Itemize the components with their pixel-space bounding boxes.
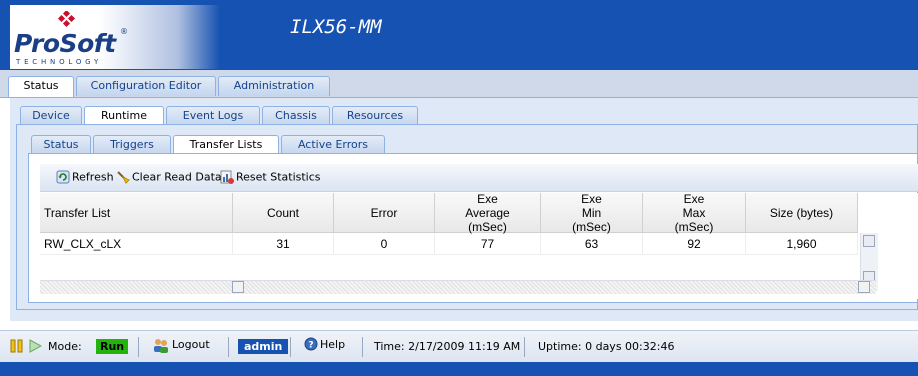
- tab-administration-label: Administration: [233, 79, 315, 92]
- logo-diamond-icon: [58, 11, 76, 28]
- uptime-display: Uptime: 0 days 00:32:46: [538, 340, 675, 353]
- tab-active-errors[interactable]: Active Errors: [281, 135, 385, 155]
- tab-device-label: Device: [32, 109, 70, 122]
- time-display: Time: 2/17/2009 11:19 AM: [374, 340, 521, 353]
- mode-status-badge: Run: [96, 339, 129, 354]
- tab-configuration-editor-label: Configuration Editor: [90, 79, 202, 92]
- reset-statistics-button[interactable]: Reset Statistics: [220, 170, 321, 186]
- tab-configuration-editor[interactable]: Configuration Editor: [76, 76, 216, 96]
- scroll-left-button[interactable]: [232, 281, 244, 293]
- clear-read-data-button[interactable]: Clear Read Data: [116, 170, 222, 186]
- tab-status-label: Status: [23, 79, 59, 92]
- column-header-exe-min[interactable]: Exe Min (mSec): [541, 192, 643, 234]
- pause-icon[interactable]: [10, 339, 24, 353]
- logo-subtitle: TECHNOLOGY: [16, 58, 103, 66]
- app-title: ILX56-MM: [290, 16, 382, 38]
- help-icon[interactable]: ?: [304, 337, 318, 351]
- tab-runtime-label: Runtime: [101, 109, 147, 122]
- scroll-up-button[interactable]: [863, 235, 875, 247]
- status-bar: Mode: Run Logout admin ? Help Time: 2/17…: [0, 330, 918, 362]
- column-header-count[interactable]: Count: [233, 193, 334, 233]
- tab-triggers-label: Triggers: [110, 138, 154, 151]
- main-tab-bar: Status Configuration Editor Administrati…: [0, 70, 918, 98]
- horizontal-scrollbar[interactable]: [40, 280, 876, 294]
- tab-event-logs[interactable]: Event Logs: [166, 106, 260, 126]
- tab-active-errors-label: Active Errors: [297, 138, 369, 151]
- mode-label: Mode:: [48, 340, 82, 353]
- tab-resources[interactable]: Resources: [332, 106, 418, 126]
- cell-error: 0: [334, 233, 435, 255]
- app-header: ProSoft ® TECHNOLOGY ILX56-MM: [0, 0, 918, 70]
- statistics-icon: [220, 170, 234, 184]
- tab-chassis-label: Chassis: [275, 109, 317, 122]
- toolbar: Refresh Clear Read Data Reset Statistics: [40, 164, 918, 192]
- refresh-button[interactable]: Refresh: [56, 170, 114, 186]
- cell-transfer-list: RW_CLX_cLX: [40, 233, 233, 255]
- help-button[interactable]: Help: [320, 338, 345, 351]
- status-separator: [138, 337, 139, 357]
- tab-status[interactable]: Status: [8, 76, 74, 97]
- column-header-exe-max[interactable]: Exe Max (mSec): [643, 192, 746, 234]
- footer-band: [0, 362, 918, 376]
- reset-statistics-label: Reset Statistics: [236, 170, 321, 184]
- clear-read-data-label: Clear Read Data: [132, 170, 222, 184]
- scroll-right-button[interactable]: [858, 281, 870, 293]
- cell-exe-min: 63: [541, 233, 643, 255]
- refresh-label: Refresh: [72, 170, 114, 184]
- logo-wordmark: ProSoft: [14, 29, 116, 58]
- play-icon[interactable]: [28, 339, 42, 353]
- cell-exe-max: 92: [643, 233, 746, 255]
- broom-icon: [117, 171, 130, 184]
- users-icon: [154, 339, 168, 353]
- status-separator: [524, 337, 525, 357]
- tab-runtime-status-label: Status: [43, 138, 79, 151]
- tab-device[interactable]: Device: [20, 106, 82, 126]
- tab-resources-label: Resources: [346, 109, 404, 122]
- prosoft-logo: ProSoft ® TECHNOLOGY: [10, 5, 220, 69]
- cell-count: 31: [233, 233, 334, 255]
- column-header-transfer-list[interactable]: Transfer List: [40, 193, 233, 233]
- tab-transfer-lists-label: Transfer Lists: [189, 138, 263, 151]
- tab-runtime-status[interactable]: Status: [31, 135, 91, 155]
- logout-button[interactable]: Logout: [172, 338, 210, 351]
- cell-size: 1,960: [746, 233, 858, 255]
- tab-event-logs-label: Event Logs: [182, 109, 244, 122]
- status-separator: [228, 337, 229, 357]
- status-separator: [362, 337, 363, 357]
- grid-header: Transfer List Count Error Exe Average (m…: [40, 192, 858, 234]
- tab-administration[interactable]: Administration: [218, 76, 330, 96]
- status-separator: [290, 337, 291, 357]
- column-header-size[interactable]: Size (bytes): [746, 193, 858, 233]
- column-header-exe-average[interactable]: Exe Average (mSec): [435, 192, 541, 234]
- cell-exe-average: 77: [435, 233, 541, 255]
- refresh-icon: [56, 170, 70, 184]
- user-badge: admin: [238, 339, 289, 354]
- table-row[interactable]: RW_CLX_cLX 31 0 77 63 92 1,960: [40, 233, 858, 255]
- svg-text:?: ?: [308, 341, 313, 351]
- tab-chassis[interactable]: Chassis: [262, 106, 330, 126]
- logo-registered-mark: ®: [120, 27, 128, 36]
- column-header-error[interactable]: Error: [334, 193, 435, 233]
- tab-triggers[interactable]: Triggers: [93, 135, 171, 155]
